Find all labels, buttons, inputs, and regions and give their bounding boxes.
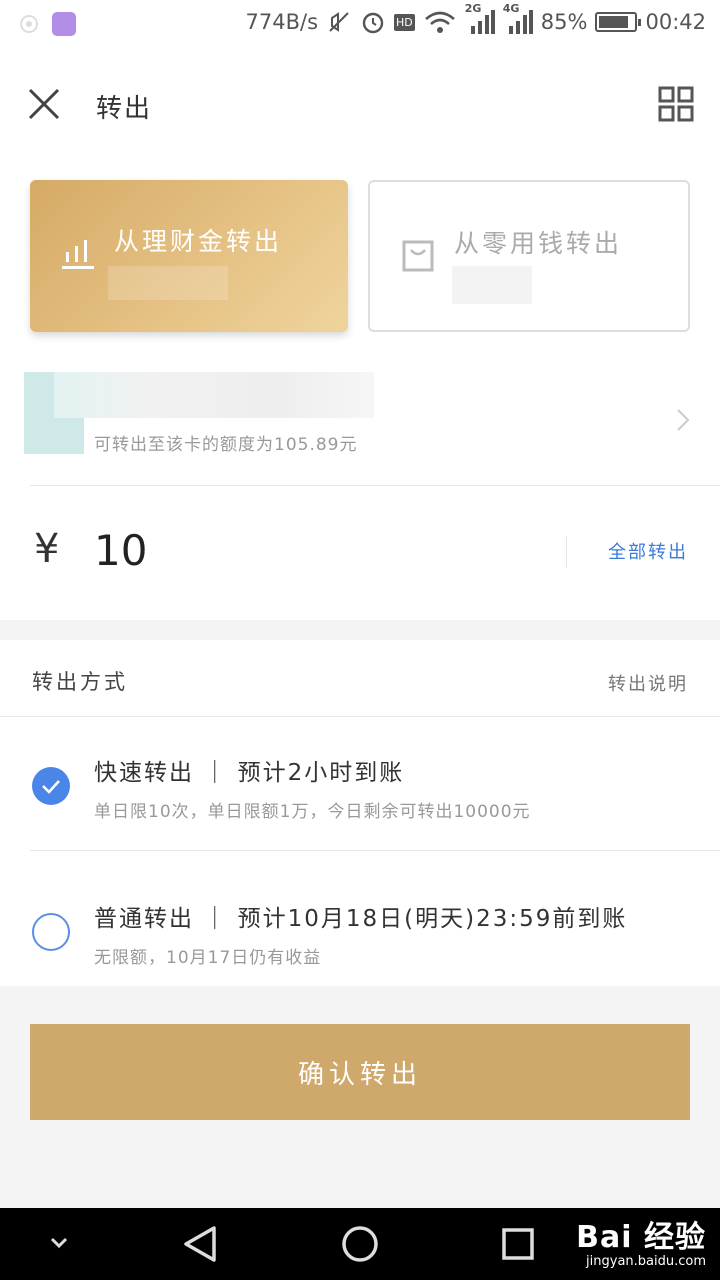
chevron-down-icon[interactable]: [46, 1234, 72, 1256]
watermark-url: jingyan.baidu.com: [586, 1254, 706, 1269]
bank-card-row[interactable]: 可转出至该卡的额度为105.89元: [0, 356, 720, 486]
masked-bank-name: [54, 372, 374, 418]
recent-apps-icon[interactable]: [500, 1226, 536, 1266]
signal-4g-icon: 4G: [503, 2, 533, 36]
clock: 00:42: [645, 10, 706, 34]
method-option-desc: 无限额，10月17日仍有收益: [94, 948, 322, 968]
currency-symbol: ¥: [34, 526, 60, 572]
vertical-divider: [566, 536, 567, 568]
grid-menu-icon[interactable]: [658, 86, 694, 122]
method-option-desc: 单日限10次，单日限额1万，今日剩余可转出10000元: [94, 802, 531, 822]
method-option-title: 普通转出 ｜ 预计10月18日(明天)23:59前到账: [94, 906, 628, 932]
chevron-right-icon[interactable]: [676, 408, 690, 432]
method-option-title: 快速转出 ｜ 预计2小时到账: [94, 760, 405, 786]
page-title: 转出: [96, 94, 153, 124]
amount-input[interactable]: [94, 520, 534, 580]
close-icon[interactable]: [24, 84, 64, 124]
header: 转出: [0, 48, 720, 160]
pocket-icon: [402, 240, 434, 272]
source-selector: 从理财金转出 从零用钱转出: [0, 160, 720, 356]
source-label-pocket: 从零用钱转出: [454, 229, 623, 258]
back-triangle-icon[interactable]: [180, 1224, 220, 1268]
mute-icon: [326, 9, 352, 35]
bank-limit-note: 可转出至该卡的额度为105.89元: [94, 435, 358, 455]
alarm-icon: [360, 9, 386, 35]
battery-percent: 85%: [540, 10, 588, 34]
confirm-transfer-button[interactable]: 确认转出: [30, 1024, 690, 1120]
masked-balance: [108, 266, 228, 300]
source-card-wealth[interactable]: 从理财金转出: [30, 180, 348, 332]
gallery-app-icon: [52, 12, 76, 36]
watermark-logo-text: Bai 经验: [576, 1220, 706, 1255]
amount-row: ¥ 全部转出: [0, 486, 720, 620]
method-title: 转出方式: [32, 670, 128, 694]
home-circle-icon[interactable]: [340, 1224, 380, 1268]
method-option-normal[interactable]: 普通转出 ｜ 预计10月18日(明天)23:59前到账 无限额，10月17日仍有…: [0, 851, 720, 985]
navigation-bar: Bai 经验 jingyan.baidu.com: [0, 1208, 720, 1280]
network-speed: 774B/s: [245, 10, 319, 34]
source-label-wealth: 从理财金转出: [114, 227, 283, 256]
checked-radio-icon[interactable]: [32, 767, 70, 805]
status-right: 774B/s HD 2G 4G 85% 00:42: [245, 2, 706, 36]
unchecked-radio-icon[interactable]: [32, 913, 70, 951]
hd-badge: HD: [394, 13, 415, 31]
notification-dot-icon: [20, 15, 38, 33]
bar-chart-icon: [62, 240, 94, 270]
masked-balance: [452, 266, 532, 304]
method-help-link[interactable]: 转出说明: [608, 670, 688, 696]
watermark: Bai 经验 jingyan.baidu.com: [576, 1212, 706, 1269]
method-option-fast[interactable]: 快速转出 ｜ 预计2小时到账 单日限10次，单日限额1万，今日剩余可转出1000…: [0, 717, 720, 851]
transfer-method-section: 转出方式 转出说明 快速转出 ｜ 预计2小时到账 单日限10次，单日限额1万，今…: [0, 640, 720, 986]
transfer-all-link[interactable]: 全部转出: [608, 538, 688, 564]
battery-icon: [595, 12, 642, 32]
source-card-pocket[interactable]: 从零用钱转出: [368, 180, 690, 332]
status-bar: 774B/s HD 2G 4G 85% 00:42: [0, 0, 720, 48]
signal-2g-icon: 2G: [465, 2, 495, 36]
status-left: [20, 12, 76, 36]
wifi-icon: [423, 9, 457, 35]
